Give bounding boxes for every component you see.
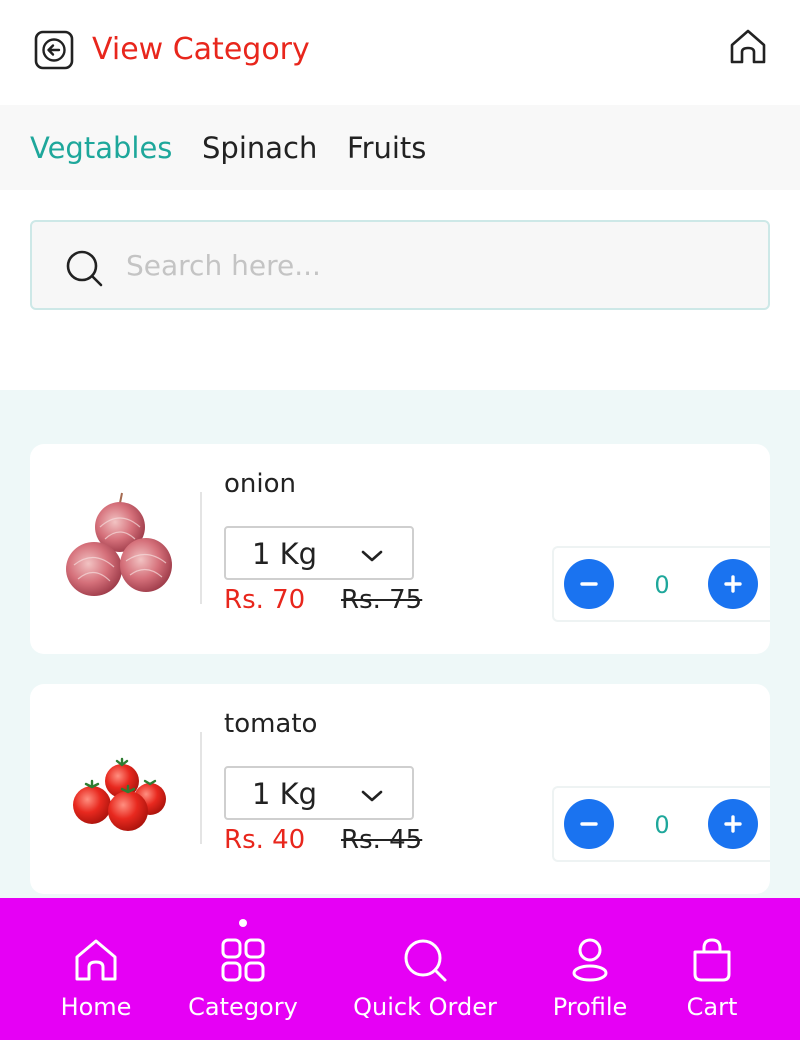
nav-item-quick-order[interactable]: Quick Order	[340, 898, 510, 1040]
unit-select[interactable]: 1 Kg	[224, 766, 414, 820]
nav-item-home[interactable]: Home	[0, 898, 192, 1040]
product-price: Rs. 70	[224, 585, 306, 615]
tab-fruits[interactable]: Fruits	[347, 131, 426, 165]
nav-label: Quick Order	[353, 993, 497, 1021]
back-arrow-icon	[34, 30, 74, 70]
product-card-tomato[interactable]: tomato 1 Kg Rs. 40 Rs. 45 0	[30, 684, 770, 894]
user-icon	[572, 938, 608, 982]
minus-icon	[580, 582, 598, 586]
product-list: onion 1 Kg Rs. 70 Rs. 75 0 tomato 1 Kg R…	[0, 390, 800, 900]
category-tabs: Vegtables Spinach Fruits	[0, 105, 800, 190]
chevron-down-icon	[361, 550, 383, 562]
back-button[interactable]	[34, 30, 74, 70]
bottom-nav: Home Category Quick Order Profile Cart	[0, 898, 800, 1040]
increase-button[interactable]	[708, 799, 758, 849]
tab-vegtables[interactable]: Vegtables	[30, 131, 172, 165]
nav-label: Profile	[552, 993, 628, 1021]
search-icon	[404, 939, 447, 982]
product-card-onion[interactable]: onion 1 Kg Rs. 70 Rs. 75 0	[30, 444, 770, 654]
shopping-bag-icon	[693, 938, 731, 982]
tab-spinach[interactable]: Spinach	[202, 131, 317, 165]
unit-select[interactable]: 1 Kg	[224, 526, 414, 580]
decrease-button[interactable]	[564, 559, 614, 609]
search-icon	[66, 250, 103, 287]
nav-label: Category	[188, 993, 298, 1021]
quantity-stepper: 0	[552, 786, 770, 862]
decrease-button[interactable]	[564, 799, 614, 849]
increase-button[interactable]	[708, 559, 758, 609]
page-title: View Category	[92, 32, 310, 67]
nav-item-profile[interactable]: Profile	[530, 898, 650, 1040]
quantity-value: 0	[654, 811, 670, 839]
nav-label: Home	[60, 993, 132, 1021]
nav-label: Cart	[686, 993, 738, 1021]
quantity-stepper: 0	[552, 546, 770, 622]
card-divider	[200, 732, 202, 844]
grid-icon	[221, 938, 265, 982]
product-price: Rs. 40	[224, 825, 306, 855]
nav-item-cart[interactable]: Cart	[660, 898, 764, 1040]
nav-item-category[interactable]: Category	[170, 898, 316, 1040]
tomato-image	[73, 757, 166, 831]
product-mrp: Rs. 45	[341, 825, 423, 855]
search-input[interactable]	[126, 242, 726, 288]
home-button[interactable]	[728, 27, 768, 67]
product-name: onion	[224, 469, 296, 499]
onion-image	[66, 492, 172, 596]
chevron-down-icon	[361, 790, 383, 802]
search-box	[30, 220, 770, 310]
plus-icon	[724, 575, 742, 593]
product-mrp: Rs. 75	[341, 585, 423, 615]
card-divider	[200, 492, 202, 604]
plus-icon	[724, 815, 742, 833]
unit-value: 1 Kg	[252, 537, 318, 571]
unit-value: 1 Kg	[252, 777, 318, 811]
quantity-value: 0	[654, 571, 670, 599]
home-icon	[730, 29, 766, 64]
minus-icon	[580, 822, 598, 826]
product-name: tomato	[224, 709, 318, 739]
app-header: View Category	[0, 0, 800, 105]
home-icon	[75, 939, 117, 981]
